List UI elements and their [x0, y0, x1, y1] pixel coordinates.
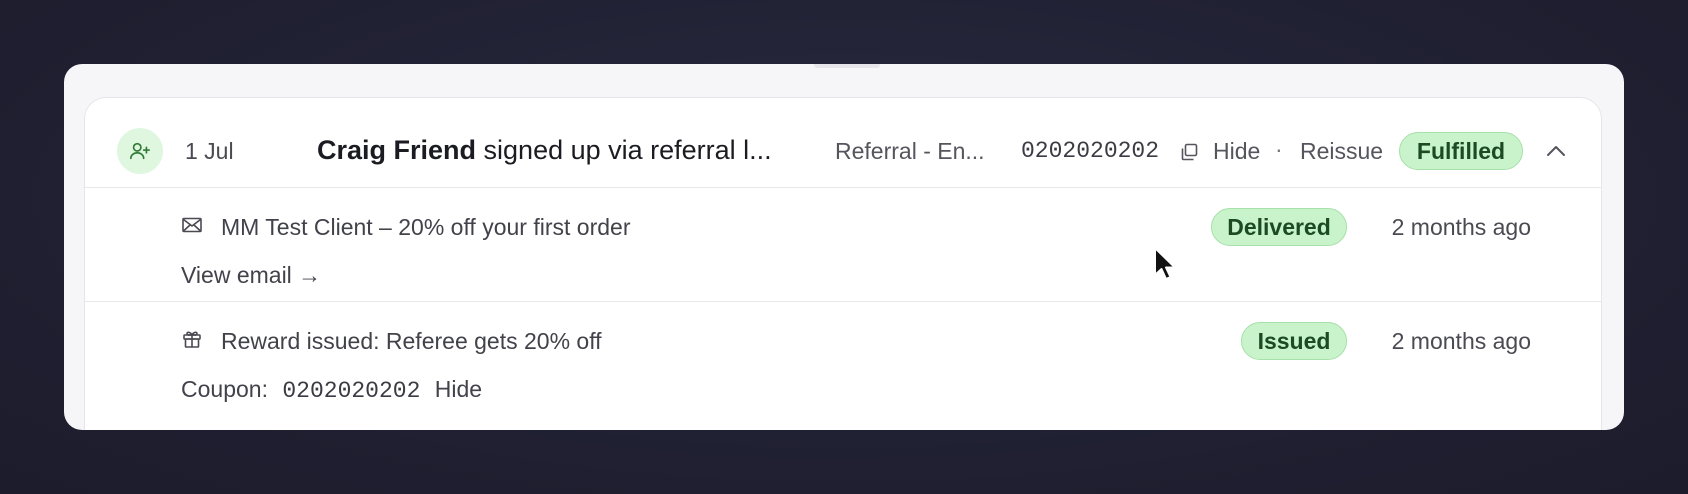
copy-icon[interactable] — [1179, 142, 1199, 162]
mouse-pointer-icon — [1152, 246, 1180, 284]
gift-icon — [181, 328, 203, 350]
coupon-label: Coupon: — [181, 376, 268, 402]
reissue-link[interactable]: Reissue — [1300, 138, 1383, 165]
referral-code: 0202020202 — [1021, 138, 1160, 164]
status-badge-fulfilled: Fulfilled — [1399, 132, 1523, 170]
status-badge-issued: Issued — [1241, 322, 1347, 360]
referral-card: 1 Jul Craig Friend signed up via referra… — [84, 97, 1602, 430]
campaign-name: Referral - En... — [835, 138, 985, 164]
event-email-time: 2 months ago — [1391, 214, 1531, 240]
coupon-code: 0202020202 — [282, 378, 421, 404]
user-plus-icon — [117, 128, 163, 174]
referral-row-header[interactable]: 1 Jul Craig Friend signed up via referra… — [85, 98, 1601, 188]
coupon-line: Coupon: 0202020202 Hide — [181, 376, 482, 404]
status-badge-delivered: Delivered — [1211, 208, 1347, 246]
row-title-name: Craig Friend — [317, 135, 477, 165]
view-email-link[interactable]: View email → — [181, 262, 321, 289]
event-reward-issued: Reward issued: Referee gets 20% off Issu… — [85, 302, 1601, 430]
hide-code-link[interactable]: Hide — [1213, 138, 1260, 165]
event-email-text: MM Test Client – 20% off your first orde… — [221, 214, 631, 240]
separator-dot: · — [1275, 136, 1283, 162]
referral-panel: 1 Jul Craig Friend signed up via referra… — [64, 64, 1624, 430]
row-title-rest: signed up via referral l... — [476, 135, 772, 165]
mail-icon — [181, 214, 203, 236]
chevron-up-icon[interactable] — [1543, 140, 1569, 162]
event-reward-time: 2 months ago — [1391, 328, 1531, 354]
event-reward-text: Reward issued: Referee gets 20% off — [221, 328, 602, 354]
hide-coupon-link[interactable]: Hide — [435, 376, 482, 402]
row-title: Craig Friend signed up via referral l... — [317, 135, 772, 166]
row-date: 1 Jul — [185, 138, 234, 164]
event-email-delivered: MM Test Client – 20% off your first orde… — [85, 188, 1601, 302]
drag-handle[interactable] — [814, 64, 880, 68]
